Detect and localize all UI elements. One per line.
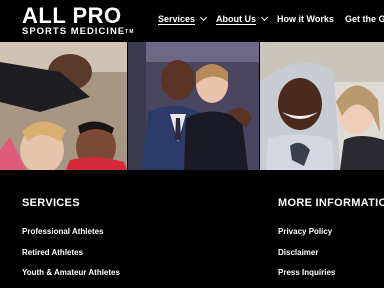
nav-label-get-the-app: Get the G xyxy=(345,14,384,24)
nav-item-how-it-works[interactable]: How it Works xyxy=(277,14,334,24)
photo-athletes-group-1 xyxy=(0,42,127,170)
footer-link-youth-amateur-athletes[interactable]: Youth & Amateur Athletes xyxy=(22,268,120,277)
site-header: ALL PRO SPORTS MEDICINETM Services About… xyxy=(0,0,384,42)
footer-more-info-heading: MORE INFORMATIO xyxy=(278,197,384,209)
trademark-mark: TM xyxy=(125,29,135,35)
photo-athletes-group-3 xyxy=(260,42,384,170)
athlete-photo-strip xyxy=(0,42,384,170)
footer-link-professional-athletes[interactable]: Professional Athletes xyxy=(22,227,104,236)
nav-label-about-us: About Us xyxy=(216,14,256,24)
footer-services-heading: SERVICES xyxy=(22,197,80,209)
footer-link-privacy-policy[interactable]: Privacy Policy xyxy=(278,227,332,236)
footer-link-retired-athletes[interactable]: Retired Athletes xyxy=(22,248,83,257)
nav-label-services: Services xyxy=(158,14,196,24)
nav-label-how-it-works: How it Works xyxy=(277,14,334,24)
footer-link-disclaimer[interactable]: Disclaimer xyxy=(278,248,318,257)
logo-tagline: SPORTS MEDICINETM xyxy=(22,26,135,37)
nav-item-about-us[interactable]: About Us xyxy=(216,13,269,24)
logo-wordmark: ALL PRO xyxy=(22,3,122,28)
chevron-down-icon xyxy=(260,13,269,22)
footer-link-press-inquiries[interactable]: Press Inquiries xyxy=(278,268,335,277)
nav-item-services[interactable]: Services xyxy=(158,13,208,24)
nav-item-get-the-app[interactable]: Get the G xyxy=(345,14,384,24)
chevron-down-icon xyxy=(200,13,208,22)
photo-athletes-group-2 xyxy=(128,42,259,170)
